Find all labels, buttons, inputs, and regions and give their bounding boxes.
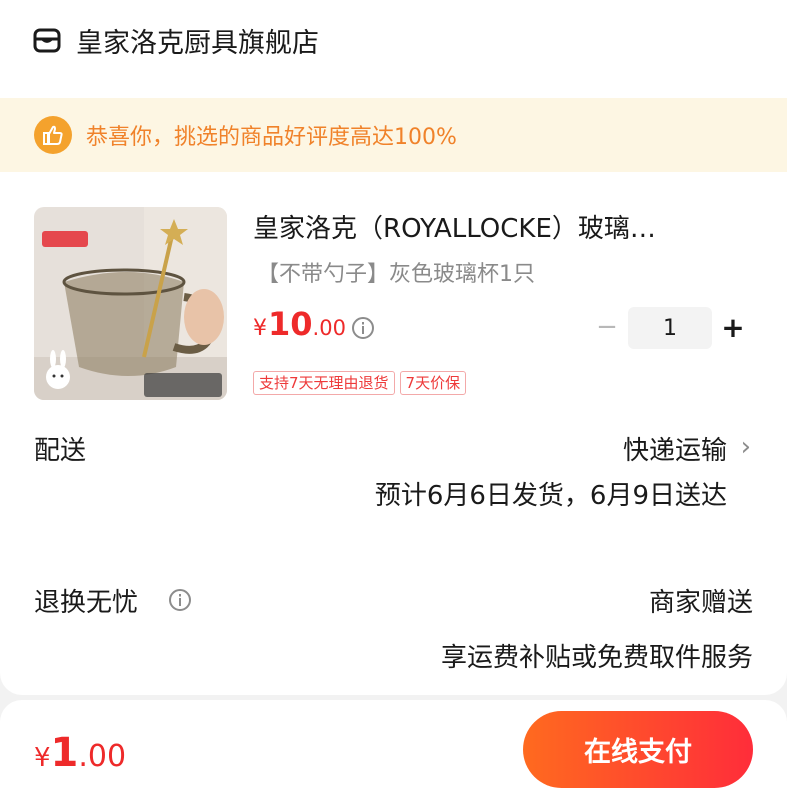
quantity-decrease-button[interactable]: − (594, 312, 620, 342)
product-image[interactable] (34, 207, 227, 400)
delivery-estimate: 预计6月6日发货，6月9日送达 (374, 481, 727, 511)
total-decimal: .00 (78, 739, 127, 774)
total-integer: 1 (50, 730, 79, 776)
price-decimal: .00 (312, 316, 346, 340)
chevron-right-icon[interactable]: › (741, 432, 751, 462)
product-sku[interactable]: 【不带勺子】灰色玻璃杯1只 (257, 256, 535, 288)
quantity-input[interactable]: 1 (628, 307, 712, 349)
tag-return-policy: 支持7天无理由退货 (253, 371, 395, 395)
tag-price-protect: 7天价保 (399, 371, 467, 395)
store-name: 皇家洛克厨具旗舰店 (76, 27, 319, 59)
order-card: 皇家洛克厨具旗舰店 恭喜你，挑选的商品好评度高达100% 皇家洛克（ROYALL… (0, 0, 787, 695)
praise-banner: 恭喜你，挑选的商品好评度高达100% (0, 98, 787, 172)
store-icon (33, 28, 61, 53)
returns-service: 享运费补贴或免费取件服务 (440, 643, 753, 673)
price-info-icon[interactable] (351, 316, 375, 340)
delivery-method[interactable]: 快递运输 (623, 430, 727, 467)
returns-gift: 商家赠送 (648, 588, 753, 618)
service-tags: 支持7天无理由退货 7天价保 (253, 371, 467, 395)
returns-label: 退换无忧 (34, 588, 139, 618)
price-currency: ¥ (253, 316, 267, 341)
total-price: ¥ 1 .00 (34, 730, 126, 776)
product-title[interactable]: 皇家洛克（ROYALLOCKE）玻璃… (253, 208, 656, 245)
total-currency: ¥ (34, 743, 51, 773)
banner-text: 恭喜你，挑选的商品好评度高达100% (86, 125, 457, 150)
pay-online-button[interactable]: 在线支付 (523, 711, 753, 788)
thumbs-up-icon (34, 116, 72, 154)
returns-info-icon[interactable] (168, 588, 192, 612)
store-header[interactable]: 皇家洛克厨具旗舰店 (32, 18, 319, 62)
product-price: ¥ 10 .00 (253, 305, 346, 343)
delivery-label: 配送 (34, 436, 87, 466)
price-integer: 10 (268, 305, 313, 343)
quantity-increase-button[interactable]: + (720, 311, 746, 344)
